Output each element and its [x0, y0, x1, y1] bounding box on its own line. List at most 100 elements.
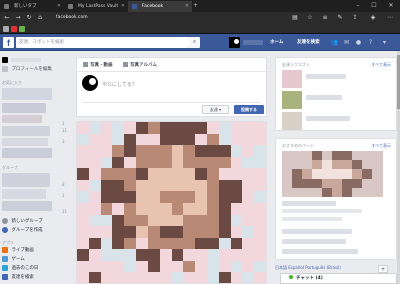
tab-lastpass[interactable]: My LastPass Vault ✕ [64, 1, 128, 12]
favorites-hub-icon[interactable]: ≡ [320, 13, 330, 23]
sidebar-profile-edit[interactable]: プロフィールを編集 [2, 65, 52, 74]
mosaic-tile [254, 156, 266, 169]
back-icon[interactable]: ← [2, 13, 12, 23]
profile-name-redacted[interactable] [243, 40, 263, 45]
chat-bar[interactable]: チャット (4) [280, 273, 397, 284]
see-all-link[interactable]: すべて表示 [371, 143, 391, 149]
tab-photo-video[interactable]: 写真・動画 [83, 62, 113, 68]
sidebar-item-redacted[interactable] [2, 138, 48, 146]
sponsored-item-redacted[interactable] [282, 239, 346, 244]
sidebar-games[interactable]: ゲーム [2, 255, 25, 264]
notifications-icon[interactable]: ● [354, 37, 363, 48]
account-menu-icon[interactable]: ▾ [380, 37, 389, 48]
profile-name-redacted [11, 57, 42, 62]
see-all-link[interactable]: すべて表示 [371, 62, 391, 68]
sidebar-live-video[interactable]: ライブ動画 [2, 246, 34, 255]
friend-request-name-redacted[interactable] [306, 74, 346, 79]
sidebar-create-group[interactable]: グループを作成 [2, 226, 43, 235]
sidebar-item-redacted[interactable] [2, 173, 50, 187]
friend-requests-icon[interactable]: 👥 [330, 37, 339, 48]
audience-selector[interactable]: 友達 ▾ [202, 105, 229, 114]
recommended-page-name-redacted[interactable] [282, 201, 336, 206]
sidebar-profile[interactable] [2, 56, 42, 65]
sponsored-item-redacted[interactable] [282, 249, 358, 254]
friend-request-name-redacted[interactable] [306, 95, 342, 100]
mosaic-tile [147, 145, 161, 158]
post-button[interactable]: 投稿する [234, 105, 264, 114]
tab-photo-album[interactable]: 写真アルバム [123, 62, 157, 68]
share-icon[interactable]: ⇪ [350, 13, 360, 23]
friend-request-avatar[interactable] [282, 91, 302, 109]
recommended-page-image[interactable] [282, 151, 383, 198]
favorite-star-icon[interactable]: ☆ [305, 13, 315, 23]
recommended-page-info-redacted [282, 217, 342, 221]
facebook-logo[interactable]: f [3, 37, 14, 48]
forward-icon[interactable]: → [13, 13, 23, 23]
new-tab-button[interactable]: + [193, 1, 198, 11]
close-tab-icon[interactable]: ✕ [121, 1, 125, 12]
notes-icon[interactable]: ✎ [335, 13, 345, 23]
reading-view-icon[interactable]: ▤ [290, 13, 300, 23]
friend-request-avatar[interactable] [282, 112, 302, 130]
close-tab-icon[interactable]: ✕ [57, 1, 61, 12]
sidebar-item-redacted[interactable] [2, 148, 52, 158]
mosaic-tile [332, 187, 343, 198]
add-language-button[interactable]: + [378, 265, 388, 273]
url-field[interactable]: facebook.com [56, 14, 88, 22]
more-icon[interactable]: ⋯ [385, 13, 395, 23]
mosaic-tile [183, 122, 196, 135]
mosaic-tile [159, 133, 172, 146]
sidebar-item-redacted[interactable] [2, 201, 52, 211]
sidebar-item-redacted[interactable] [2, 126, 50, 136]
sidebar-find-friends[interactable]: 友達を検索 [2, 273, 34, 282]
mosaic-tile [112, 260, 125, 273]
find-friends-link[interactable]: 友達を検索 [297, 37, 320, 48]
tab-new-tab[interactable]: 新しいタブ ✕ [0, 1, 64, 12]
sidebar-item-redacted[interactable] [2, 103, 46, 113]
sidebar-memories[interactable]: 過去のこの日 [2, 264, 38, 273]
maximize-icon[interactable]: ☐ [368, 0, 380, 12]
redacted-post-image[interactable] [77, 122, 266, 283]
close-window-icon[interactable]: ✕ [385, 0, 397, 12]
mosaic-tile [124, 133, 137, 146]
mosaic-tile [218, 249, 232, 262]
sidebar-item-redacted[interactable] [2, 115, 42, 123]
mosaic-tile [183, 214, 196, 227]
mosaic-tile [322, 187, 333, 198]
mosaic-tile [206, 145, 220, 158]
mosaic-tile [100, 133, 113, 146]
mosaic-tile [159, 214, 172, 227]
quick-help-icon[interactable]: ? [366, 37, 375, 48]
bookmark-icon[interactable] [11, 26, 17, 32]
close-tab-icon[interactable]: ✕ [185, 1, 189, 12]
mosaic-tile [159, 145, 172, 158]
sidebar-item-redacted[interactable] [2, 88, 52, 100]
search-input[interactable]: 友達、スポットを検索 [16, 37, 189, 48]
friend-request-avatar[interactable] [282, 70, 302, 88]
avatar[interactable] [229, 37, 240, 48]
mosaic-tile [112, 203, 125, 216]
minimize-icon[interactable]: – [352, 0, 364, 12]
mosaic-tile [100, 214, 113, 227]
mosaic-tile [159, 249, 172, 262]
home-icon[interactable]: ⌂ [35, 13, 45, 23]
refresh-icon[interactable]: ↻ [24, 13, 34, 23]
sidebar-item-redacted[interactable] [2, 189, 46, 199]
extension-icon[interactable]: ◈ [368, 13, 378, 23]
tab-facebook[interactable]: Facebook ✕ [128, 1, 192, 12]
friend-request-name-redacted[interactable] [306, 116, 350, 121]
status-input[interactable]: 今なにしてる? [102, 81, 135, 88]
sidebar-new-group[interactable]: 新しいグループ [2, 217, 43, 226]
sponsored-item-redacted[interactable] [282, 229, 352, 234]
mosaic-tile [77, 260, 90, 273]
favorites-heading: お気に入り [2, 80, 22, 85]
mosaic-tile [195, 145, 208, 158]
messages-icon[interactable]: ✉ [342, 37, 351, 48]
mosaic-tile [136, 214, 149, 227]
bookmark-icon[interactable] [3, 26, 9, 32]
home-link[interactable]: ホーム [270, 37, 283, 48]
mosaic-tile [88, 122, 102, 135]
bookmark-icon[interactable] [19, 26, 25, 32]
search-icon[interactable]: ⌕ [189, 37, 200, 48]
mosaic-tile [100, 145, 113, 158]
